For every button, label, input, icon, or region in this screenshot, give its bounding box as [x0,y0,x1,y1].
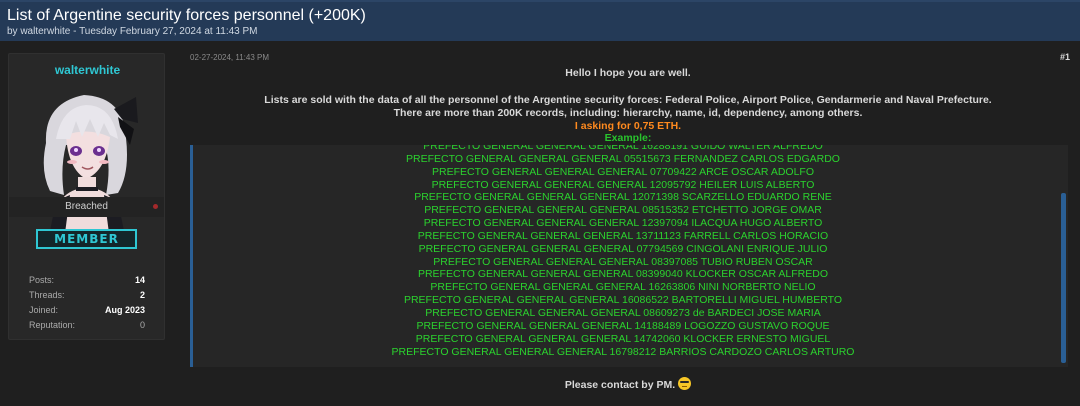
post-description-1: Lists are sold with the data of all the … [264,94,992,106]
contact-line: Please contact by PM. [180,377,1076,391]
example-line: PREFECTO GENERAL GENERAL GENERAL 1626380… [430,281,816,294]
post-price: I asking for 0,75 ETH. [574,120,682,132]
thread-meta: by walterwhite - Tuesday February 27, 20… [7,26,258,37]
example-line: PREFECTO GENERAL GENERAL GENERAL 0779456… [418,242,828,255]
post-number-link[interactable]: #1 [1060,52,1070,62]
stat-value: 14 [134,275,145,285]
user-status-label: Breached [65,201,108,212]
example-line: PREFECTO GENERAL GENERAL GENERAL 1679821… [391,345,855,358]
stat-label: Reputation: [29,320,76,330]
example-list: PREFECTO GENERAL GENERAL GENERAL 1628819… [193,145,1053,358]
stat-value[interactable]: 0 [140,320,145,330]
example-label: Example: [604,132,652,144]
post-date: 02-27-2024, 11:43 PM [190,53,270,62]
example-line: PREFECTO GENERAL GENERAL GENERAL 1474206… [415,332,831,345]
stat-label: Threads: [29,290,65,300]
stat-posts: Posts: 14 [29,275,145,290]
example-line: PREFECTO GENERAL GENERAL GENERAL 0839904… [417,268,829,281]
stat-reputation: Reputation: 0 [29,320,145,335]
example-scroll-box[interactable]: PREFECTO GENERAL GENERAL GENERAL 1628819… [190,145,1068,367]
example-line: PREFECTO GENERAL GENERAL GENERAL 1608652… [403,294,843,307]
stat-threads: Threads: 2 [29,290,145,305]
avatar-image [26,83,144,241]
username-link[interactable]: walterwhite [9,63,166,77]
example-line: PREFECTO GENERAL GENERAL GENERAL 1371112… [417,229,829,242]
example-line: PREFECTO GENERAL GENERAL GENERAL 1207139… [414,191,832,204]
example-line: PREFECTO GENERAL GENERAL GENERAL 1239709… [423,217,823,230]
example-line: PREFECTO GENERAL GENERAL GENERAL 0860927… [425,306,821,319]
post-greeting: Hello I hope you are well. [565,67,691,79]
stat-value: Aug 2023 [104,305,145,315]
stat-joined: Joined: Aug 2023 [29,305,145,320]
offline-status-indicator [153,204,158,209]
scrollbar-track[interactable] [1059,145,1068,367]
example-line: PREFECTO GENERAL GENERAL GENERAL 0551567… [406,152,840,165]
example-line: PREFECTO GENERAL GENERAL GENERAL 0770942… [431,165,815,178]
thread-header: List of Argentine security forces person… [0,0,1080,41]
stat-label: Joined: [29,305,59,315]
example-line: PREFECTO GENERAL GENERAL GENERAL 0839708… [433,255,813,268]
example-line: PREFECTO GENERAL GENERAL GENERAL 1418848… [416,319,830,332]
thread-title: List of Argentine security forces person… [7,7,366,24]
user-stats: Posts: 14 Threads: 2 Joined: Aug 2023 Re… [29,275,145,335]
post-description-2: There are more than 200K records, includ… [393,107,863,119]
stat-label: Posts: [29,275,55,285]
sunglasses-smiley-icon [678,377,692,390]
example-line: PREFECTO GENERAL GENERAL GENERAL 0851535… [424,204,822,217]
contact-text: Please contact by PM. [564,379,676,391]
example-line: PREFECTO GENERAL GENERAL GENERAL 1628819… [423,145,823,152]
example-line: PREFECTO GENERAL GENERAL GENERAL 1209579… [431,178,815,191]
avatar[interactable] [26,83,144,241]
stat-value: 2 [139,290,145,300]
scrollbar-thumb[interactable] [1061,193,1066,363]
rank-badge: MEMBER [36,229,137,249]
user-panel: walterwhite Breached MEMBER Posts: 14 Th… [8,53,165,340]
